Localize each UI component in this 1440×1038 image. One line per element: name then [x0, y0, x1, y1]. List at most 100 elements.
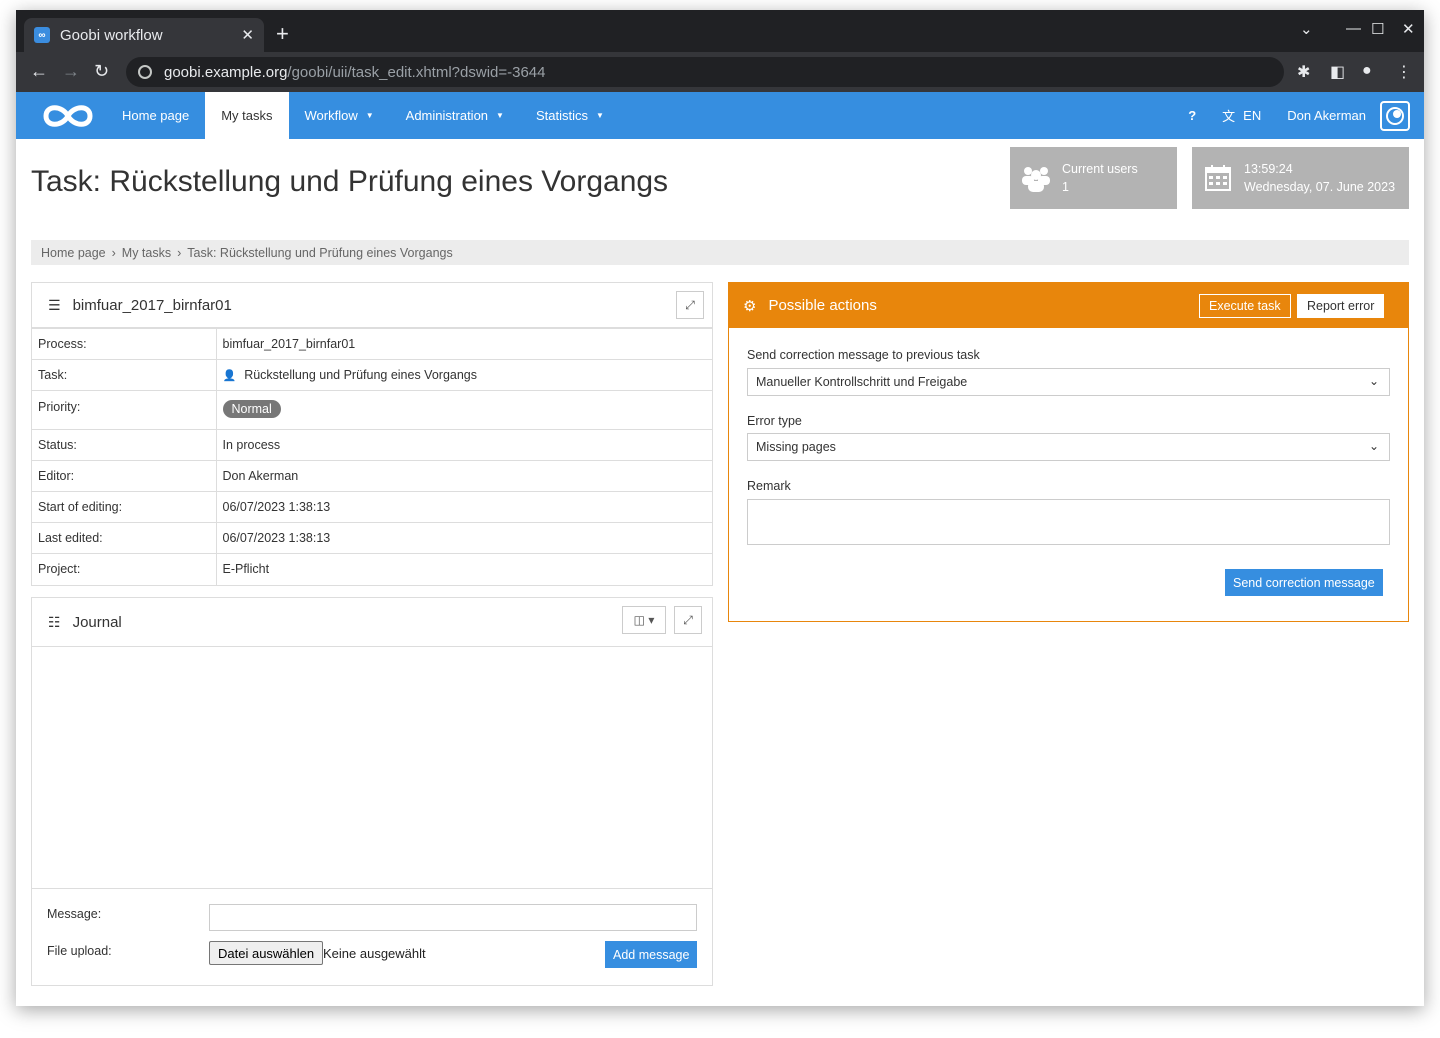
- row-value: 06/07/2023 1:38:13: [216, 491, 712, 523]
- row-value: bimfuar_2017_birnfar01: [216, 328, 712, 360]
- columns-button[interactable]: ◫ ▾: [622, 606, 666, 634]
- clock-time: 13:59:24: [1244, 162, 1293, 176]
- error-type-select[interactable]: Missing pages ⌄: [747, 433, 1390, 461]
- choose-file-button[interactable]: Datei auswählen: [209, 941, 324, 965]
- breadcrumb-current: Task: Rückstellung und Prüfung eines Vor…: [187, 245, 453, 260]
- main-navbar: Home page My tasks Workflow ▼ Administrat…: [16, 92, 1424, 139]
- menu-icon[interactable]: ⋮: [1396, 62, 1412, 82]
- send-correction-button[interactable]: Send correction message: [1225, 569, 1383, 596]
- breadcrumb-separator-icon: ›: [111, 245, 116, 260]
- translate-icon[interactable]: 文: [1222, 106, 1235, 125]
- nav-workflow[interactable]: Workflow ▼: [289, 92, 390, 139]
- back-icon[interactable]: ←: [30, 61, 48, 82]
- previous-task-value: Manueller Kontrollschritt und Freigabe: [756, 375, 968, 389]
- expand-button[interactable]: ⤢: [676, 291, 704, 319]
- profile-icon[interactable]: ●: [1362, 62, 1372, 80]
- execute-task-button[interactable]: Execute task: [1199, 294, 1291, 318]
- page-content: Task: Rückstellung und Prüfung eines Vor…: [16, 139, 1424, 1006]
- table-row: Last edited: 06/07/2023 1:38:13: [32, 522, 712, 554]
- maximize-icon[interactable]: ☐: [1371, 20, 1384, 38]
- task-details-header: ☰ bimfuar_2017_birnfar01 ⤢: [32, 283, 712, 328]
- nav-home-label: Home page: [122, 108, 190, 123]
- breadcrumb-my-tasks[interactable]: My tasks: [122, 246, 171, 260]
- table-row: Priority: Normal: [32, 390, 712, 430]
- reload-icon[interactable]: ↻: [94, 61, 109, 82]
- possible-actions-header: ⚙ Possible actions Execute task Report e…: [729, 283, 1408, 328]
- clock-date: Wednesday, 07. June 2023: [1244, 180, 1396, 194]
- minimize-icon[interactable]: —: [1346, 20, 1361, 37]
- row-value: In process: [216, 429, 712, 461]
- nav-statistics[interactable]: Statistics ▼: [520, 92, 620, 139]
- site-info-icon[interactable]: [138, 65, 152, 79]
- breadcrumb-home[interactable]: Home page: [41, 246, 106, 260]
- browser-tab[interactable]: ∞ Goobi workflow ✕: [24, 18, 264, 52]
- nav-home[interactable]: Home page: [106, 92, 205, 139]
- current-users-count: 1: [1062, 180, 1069, 194]
- row-label: Process:: [32, 328, 217, 360]
- remark-label: Remark: [747, 479, 791, 493]
- close-window-icon[interactable]: ✕: [1402, 20, 1415, 38]
- nav-my-tasks[interactable]: My tasks: [205, 92, 289, 139]
- correction-label: Send correction message to previous task: [747, 348, 980, 362]
- table-row: Start of editing: 06/07/2023 1:38:13: [32, 491, 712, 523]
- error-type-value: Missing pages: [756, 440, 836, 454]
- task-details-title: bimfuar_2017_birnfar01: [72, 296, 232, 314]
- clock-box: 13:59:24 Wednesday, 07. June 2023: [1192, 147, 1409, 209]
- journal-title: Journal: [72, 613, 122, 631]
- tab-title: Goobi workflow: [60, 26, 163, 44]
- possible-actions-box: ⚙ Possible actions Execute task Report e…: [728, 282, 1409, 622]
- extensions-icon[interactable]: ✱: [1297, 62, 1310, 82]
- close-tab-icon[interactable]: ✕: [241, 26, 254, 44]
- url-path: /goobi/uii/task_edit.xhtml?dswid=-3644: [287, 63, 546, 81]
- journal-form: Message: File upload: Datei auswählen Ke…: [32, 888, 712, 985]
- goobi-favicon-icon: ∞: [34, 27, 50, 43]
- chevron-down-icon: ⌄: [1368, 439, 1379, 453]
- message-input[interactable]: [209, 904, 697, 931]
- new-tab-icon[interactable]: +: [276, 21, 289, 47]
- breadcrumb-separator-icon: ›: [177, 245, 182, 260]
- url-host: goobi.example.org: [164, 63, 288, 81]
- add-message-button[interactable]: Add message: [605, 941, 698, 968]
- browser-window: ∞ Goobi workflow ✕ + ⌄ — ☐ ✕ ← → ↻ goobi…: [16, 10, 1424, 1006]
- row-label: Status:: [32, 429, 217, 461]
- previous-task-select[interactable]: Manueller Kontrollschritt und Freigabe ⌄: [747, 368, 1390, 396]
- goobi-logo-icon[interactable]: [30, 92, 106, 139]
- report-error-button[interactable]: Report error: [1297, 294, 1385, 318]
- address-bar[interactable]: goobi.example.org/goobi/uii/task_edit.xh…: [126, 57, 1284, 87]
- row-value-task: 👤 Rückstellung und Prüfung eines Vorgangs: [216, 359, 712, 391]
- row-label: Project:: [32, 553, 217, 585]
- nav-workflow-label: Workflow: [304, 108, 358, 123]
- language-label[interactable]: EN: [1243, 108, 1261, 123]
- caret-down-icon: ▼: [595, 111, 604, 120]
- nav-my-tasks-label: My tasks: [221, 108, 273, 123]
- no-file-text: Keine ausgewählt: [323, 946, 426, 961]
- file-upload-label: File upload:: [47, 944, 112, 958]
- tab-search-icon[interactable]: ⌄: [1300, 20, 1313, 38]
- ordered-list-icon: ☷: [48, 613, 61, 630]
- users-icon: [1010, 163, 1062, 193]
- message-label: Message:: [47, 907, 102, 921]
- task-details-box: ☰ bimfuar_2017_birnfar01 ⤢ Process: bimfu…: [31, 282, 713, 586]
- side-panel-icon[interactable]: ◧: [1330, 62, 1345, 82]
- remark-textarea[interactable]: [747, 499, 1390, 545]
- row-value: 06/07/2023 1:38:13: [216, 522, 712, 554]
- user-avatar[interactable]: [1380, 100, 1410, 131]
- row-value: E-Pflicht: [216, 553, 712, 585]
- list-icon: ☰: [48, 296, 61, 313]
- caret-down-icon: ▼: [365, 111, 374, 120]
- row-label: Start of editing:: [32, 491, 217, 523]
- help-button[interactable]: ?: [1188, 108, 1196, 123]
- user-name[interactable]: Don Akerman: [1287, 108, 1366, 123]
- task-name: Rückstellung und Prüfung eines Vorgangs: [244, 368, 477, 382]
- expand-icon: ⤢: [685, 297, 695, 312]
- expand-button[interactable]: ⤢: [674, 606, 702, 634]
- table-row: Status: In process: [32, 429, 712, 461]
- forward-icon[interactable]: →: [62, 61, 80, 82]
- nav-administration[interactable]: Administration ▼: [390, 92, 520, 139]
- journal-box: ☷ Journal ◫ ▾ ⤢ Message: File upload: Da…: [31, 597, 713, 986]
- current-users-label: Current users: [1062, 162, 1138, 176]
- breadcrumb: Home page › My tasks › Task: Rückstellun…: [31, 240, 1409, 265]
- row-value-priority: Normal: [216, 390, 712, 430]
- page-title: Task: Rückstellung und Prüfung eines Vor…: [31, 165, 669, 198]
- table-row: Project: E-Pflicht: [32, 553, 712, 585]
